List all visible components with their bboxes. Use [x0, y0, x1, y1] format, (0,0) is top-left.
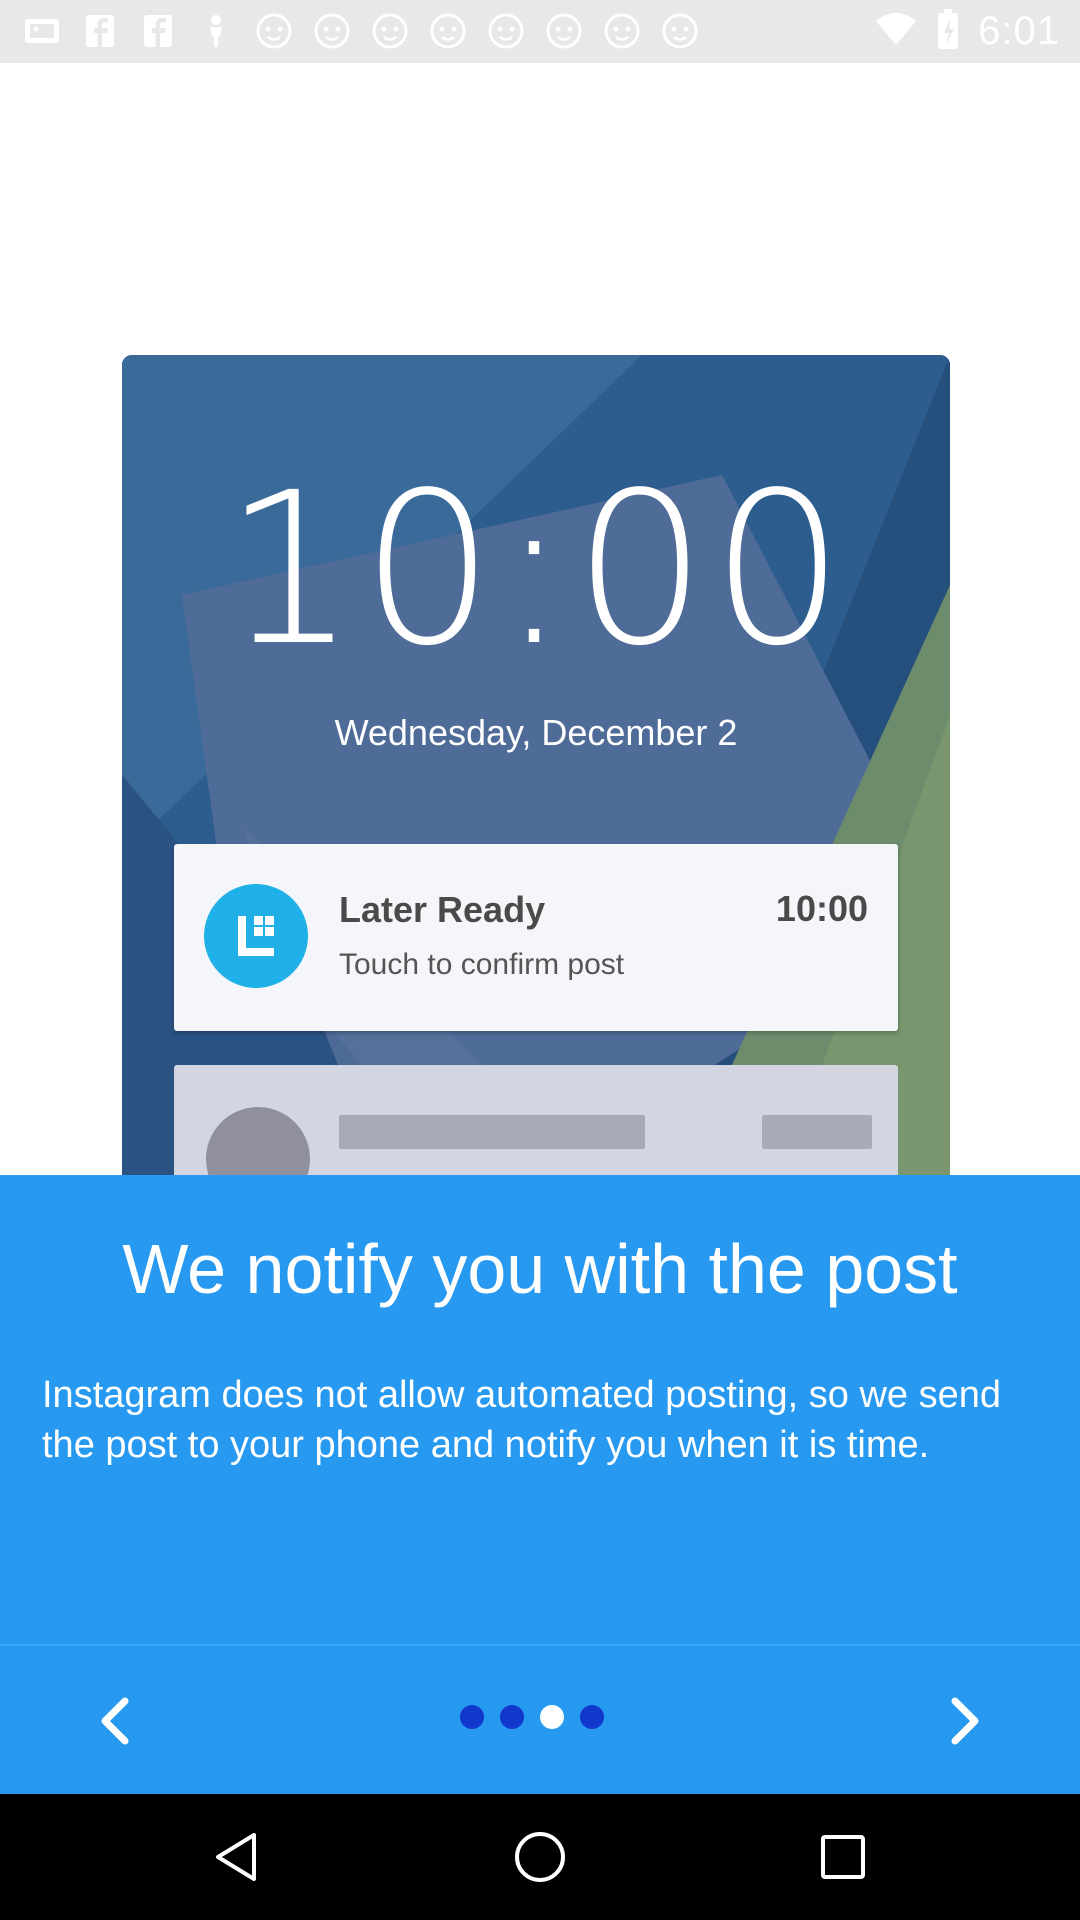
- cat-icon: [370, 11, 410, 51]
- notification-subtitle: Touch to confirm post: [339, 948, 625, 981]
- cat-icon: [312, 11, 352, 51]
- placeholder-notification: [174, 1065, 898, 1175]
- lockscreen-date: Wednesday, December 2: [334, 712, 738, 753]
- chevron-right-icon: [951, 1697, 979, 1745]
- chevron-left-icon: [101, 1697, 129, 1745]
- later-app-icon: [204, 884, 308, 988]
- placeholder-avatar: [206, 1107, 310, 1175]
- status-time: 6:01: [978, 8, 1060, 53]
- page-dot: [500, 1705, 524, 1729]
- person-icon: [196, 11, 236, 51]
- system-navigation-bar: [0, 1794, 1080, 1920]
- cat-icon: [254, 11, 294, 51]
- facebook-icon: [80, 11, 120, 51]
- page-indicator: [460, 1705, 604, 1729]
- cat-icon: [660, 11, 700, 51]
- notification-icons: [22, 10, 700, 52]
- cat-icon: [544, 11, 584, 51]
- page-dot: [580, 1705, 604, 1729]
- notification-title: Later Ready: [339, 889, 546, 930]
- placeholder-line: [762, 1115, 872, 1149]
- back-button[interactable]: [193, 1814, 279, 1900]
- status-bar: 6:01: [0, 0, 1080, 63]
- back-triangle-icon: [216, 1833, 256, 1881]
- battery-icon: [936, 8, 960, 54]
- lockscreen-illustration: 10:00 Wednesday, December 2 Later Ready …: [122, 355, 950, 1175]
- wifi-icon: [874, 11, 918, 52]
- system-status: 6:01: [874, 8, 1060, 54]
- home-button[interactable]: [497, 1814, 583, 1900]
- recents-button[interactable]: [800, 1814, 886, 1900]
- notification-time: 10:00: [775, 888, 868, 929]
- previous-button[interactable]: [80, 1686, 150, 1756]
- onboarding-panel: We notify you with the post Instagram do…: [0, 1175, 1080, 1645]
- home-circle-icon: [515, 1832, 565, 1882]
- next-button[interactable]: [930, 1686, 1000, 1756]
- facebook-icon: [138, 11, 178, 51]
- lockscreen-clock: 10:00: [223, 447, 849, 692]
- notification-card: Later Ready Touch to confirm post 10:00: [174, 844, 898, 1031]
- cat-icon: [486, 11, 526, 51]
- page-dot: [460, 1705, 484, 1729]
- photo-icon: [22, 11, 62, 51]
- onboarding-body: Instagram does not allow automated posti…: [42, 1374, 1002, 1466]
- placeholder-line: [339, 1115, 645, 1149]
- cat-icon: [602, 11, 642, 51]
- pager-footer: [0, 1646, 1080, 1794]
- cat-icon: [428, 11, 468, 51]
- onboarding-headline: We notify you with the post: [122, 1230, 958, 1308]
- page-dot-active: [540, 1705, 564, 1729]
- recents-square-icon: [821, 1835, 865, 1879]
